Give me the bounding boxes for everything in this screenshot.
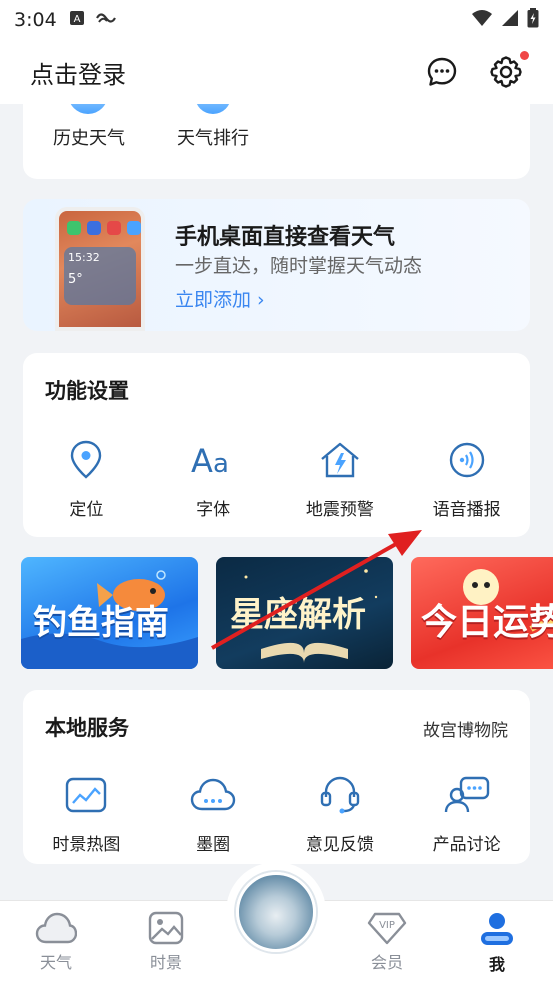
font-icon: Aa (191, 442, 229, 478)
earthquake-icon (321, 442, 359, 478)
widget-promo-banner[interactable]: 15:32 5° 手机桌面直接查看天气 一步直达，随时掌握天气动态 立即添加 › (23, 199, 530, 331)
history-weather-icon (68, 104, 108, 114)
battery-icon (527, 8, 539, 32)
nav-weather-label: 天气 (39, 953, 72, 972)
nav-weather-tab[interactable]: 天气 (16, 911, 96, 973)
mojuan-label: 墨圈 (196, 835, 231, 855)
user-icon (481, 913, 513, 945)
palace-museum-link[interactable]: 故宫博物院 (423, 716, 508, 741)
heatmap-label: 时景热图 (52, 835, 121, 855)
location-icon (71, 440, 102, 479)
nav-scenery-tab[interactable]: 时景 (126, 911, 206, 973)
voice-broadcast-label: 语音播报 (432, 500, 501, 520)
add-widget-link[interactable]: 立即添加 › (175, 285, 265, 312)
cloud-icon (35, 912, 77, 944)
message-button[interactable] (425, 55, 459, 89)
gear-icon (490, 56, 522, 88)
nav-vip-tab[interactable]: VIP 会员 (347, 911, 427, 973)
notification-badge (520, 51, 529, 60)
center-scenery-button[interactable] (236, 872, 316, 952)
nav-me-label: 我 (488, 955, 505, 974)
notification-swirl-icon (95, 9, 117, 31)
heatmap-icon (66, 777, 107, 813)
font-label: 字体 (196, 500, 231, 520)
notification-a-icon: A (69, 10, 85, 30)
login-button[interactable]: 点击登录 (30, 55, 126, 90)
phone-temp: 5° (68, 272, 83, 287)
svg-text:A: A (191, 442, 213, 478)
svg-text:A: A (73, 14, 80, 25)
feedback-button[interactable]: 意见反馈 (277, 774, 404, 855)
mojuan-button[interactable]: 墨圈 (150, 774, 277, 855)
annotation-arrow-icon (211, 530, 422, 650)
fishing-guide-text: 钓鱼指南 (33, 603, 169, 643)
picture-icon (148, 911, 184, 945)
phone-weather-widget: 15:32 5° (64, 247, 136, 305)
phone-preview-image: 15:32 5° (55, 207, 145, 331)
earthquake-label: 地震预警 (305, 500, 374, 520)
tools-card: 历史天气 天气排行 (23, 104, 530, 179)
voice-broadcast-setting-button[interactable]: 语音播报 (403, 439, 530, 520)
signal-icon (501, 9, 519, 31)
daily-fortune-text: 今日运势 (421, 602, 553, 643)
phone-time: 15:32 (68, 251, 100, 264)
product-discussion-label: 产品讨论 (432, 835, 501, 855)
svg-text:VIP: VIP (379, 920, 395, 931)
status-bar: 3:04 A (0, 0, 553, 40)
discussion-icon (444, 776, 489, 813)
status-time: 3:04 (14, 9, 57, 31)
message-icon (427, 57, 457, 86)
voice-broadcast-icon (449, 442, 484, 478)
promo-title: 手机桌面直接查看天气 (175, 225, 396, 250)
product-discussion-button[interactable]: 产品讨论 (403, 774, 530, 855)
earthquake-setting-button[interactable]: 地震预警 (277, 439, 404, 520)
header: 点击登录 (0, 40, 553, 104)
heatmap-button[interactable]: 时景热图 (23, 774, 150, 855)
promo-subtitle: 一步直达，随时掌握天气动态 (175, 255, 423, 277)
weather-ranking-button[interactable]: 天气排行 (177, 124, 249, 150)
nav-scenery-label: 时景 (149, 953, 182, 972)
function-settings-card: 功能设置 定位 Aa 字体 地震预警 语音播报 (23, 353, 530, 537)
local-services-card: 本地服务 故宫博物院 时景热图 墨圈 意见反馈 产品讨论 (23, 690, 530, 864)
cloud-chat-icon (190, 778, 236, 811)
location-label: 定位 (69, 500, 104, 520)
weather-ranking-icon (195, 104, 231, 114)
nav-vip-label: 会员 (370, 953, 403, 972)
settings-button[interactable] (489, 51, 529, 89)
feedback-label: 意见反馈 (305, 835, 374, 855)
fishing-guide-banner[interactable]: 钓鱼指南 (21, 557, 198, 669)
vip-icon: VIP (367, 912, 407, 945)
history-weather-button[interactable]: 历史天气 (53, 124, 125, 150)
svg-text:a: a (213, 449, 229, 478)
local-services-title: 本地服务 (45, 716, 129, 740)
wifi-icon (471, 9, 493, 31)
nav-me-tab[interactable]: 我 (457, 911, 537, 975)
location-setting-button[interactable]: 定位 (23, 439, 150, 520)
function-settings-title: 功能设置 (45, 379, 129, 403)
font-setting-button[interactable]: Aa 字体 (150, 439, 277, 520)
headset-icon (320, 776, 360, 814)
